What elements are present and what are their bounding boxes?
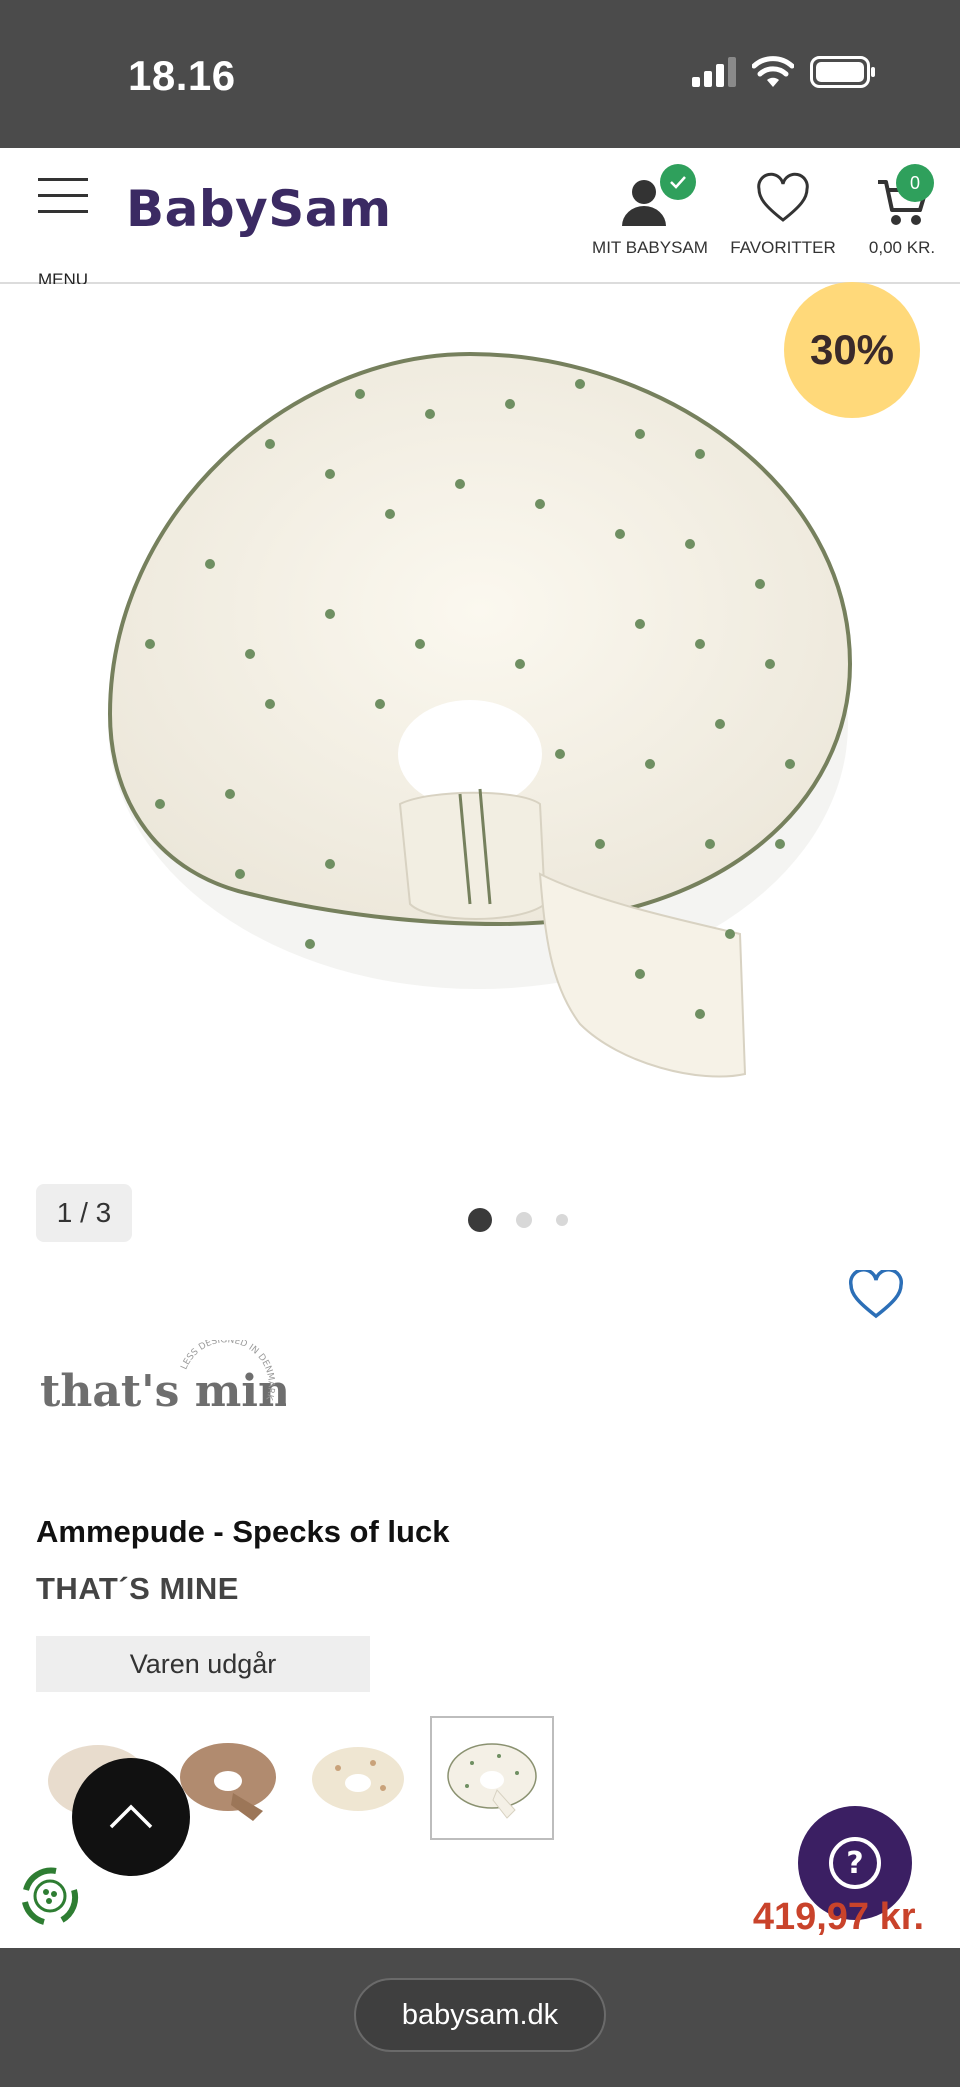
wifi-icon	[752, 56, 794, 87]
variant-thumb-floral[interactable]	[296, 1716, 420, 1840]
cart-count-badge: 0	[896, 164, 934, 202]
battery-icon	[810, 56, 875, 88]
product-brand[interactable]: THAT´S MINE	[36, 1571, 239, 1607]
cart-total-label: 0,00 KR.	[868, 238, 936, 257]
specks-of-luck-pillow-thumbnail	[447, 1743, 537, 1819]
my-babysam-label: MIT BABYSAM	[592, 238, 708, 257]
chevron-up-icon	[109, 1804, 153, 1829]
recycle-icon[interactable]	[16, 1862, 84, 1930]
logged-in-check-badge	[660, 164, 696, 200]
favorites-label: FAVORITTER	[730, 238, 836, 257]
scroll-to-top-button[interactable]	[72, 1758, 190, 1876]
discount-badge: 30%	[784, 282, 920, 418]
check-icon	[670, 176, 686, 189]
status-bar: 18.16	[0, 0, 960, 148]
floral-pillow-thumbnail	[312, 1747, 404, 1811]
discontinued-status-button[interactable]: Varen udgår	[36, 1636, 370, 1692]
gallery-dot-1[interactable]	[468, 1208, 492, 1232]
hamburger-icon	[38, 178, 90, 213]
gallery-dot-2[interactable]	[516, 1212, 532, 1228]
status-icons	[692, 56, 876, 88]
product-price: 419,97 kr.	[752, 1896, 924, 1938]
favorites-button[interactable]: FAVORITTER	[728, 170, 838, 258]
cart-button[interactable]: 0 0,00 KR.	[856, 164, 948, 258]
product-title: Ammepude - Specks of luck	[36, 1514, 450, 1549]
thats-mine-logo: that's mine LESS DESIGNED IN DENMARK	[40, 1335, 318, 1417]
svg-text:?: ?	[846, 1846, 863, 1881]
product-image-gallery[interactable]	[0, 284, 960, 1244]
babysam-logo[interactable]: BabySam	[126, 180, 392, 238]
menu-button[interactable]: MENU	[38, 178, 90, 289]
svg-text:that's mine: that's mine	[40, 1366, 286, 1417]
brand-logo[interactable]: that's mine LESS DESIGNED IN DENMARK	[36, 1335, 318, 1440]
url-bar[interactable]: babysam.dk	[354, 1978, 606, 2052]
my-babysam-button[interactable]: MIT BABYSAM	[588, 164, 712, 258]
heart-icon	[757, 172, 809, 222]
browser-bottom-bar: babysam.dk	[0, 1948, 960, 2087]
add-to-favorites-heart-icon[interactable]	[848, 1270, 904, 1320]
signal-icon	[692, 57, 736, 87]
nursing-pillow-image	[107, 351, 853, 1078]
question-icon: ?	[829, 1837, 881, 1889]
gallery-dots	[468, 1208, 568, 1232]
image-counter: 1 / 3	[36, 1184, 132, 1242]
variant-thumb-specks-of-luck[interactable]	[430, 1716, 554, 1840]
site-header: MENU BabySam MIT BABYSAM FAVORITTER 0 0,…	[0, 148, 960, 289]
status-time: 18.16	[128, 52, 236, 99]
gallery-dot-3[interactable]	[556, 1214, 568, 1226]
